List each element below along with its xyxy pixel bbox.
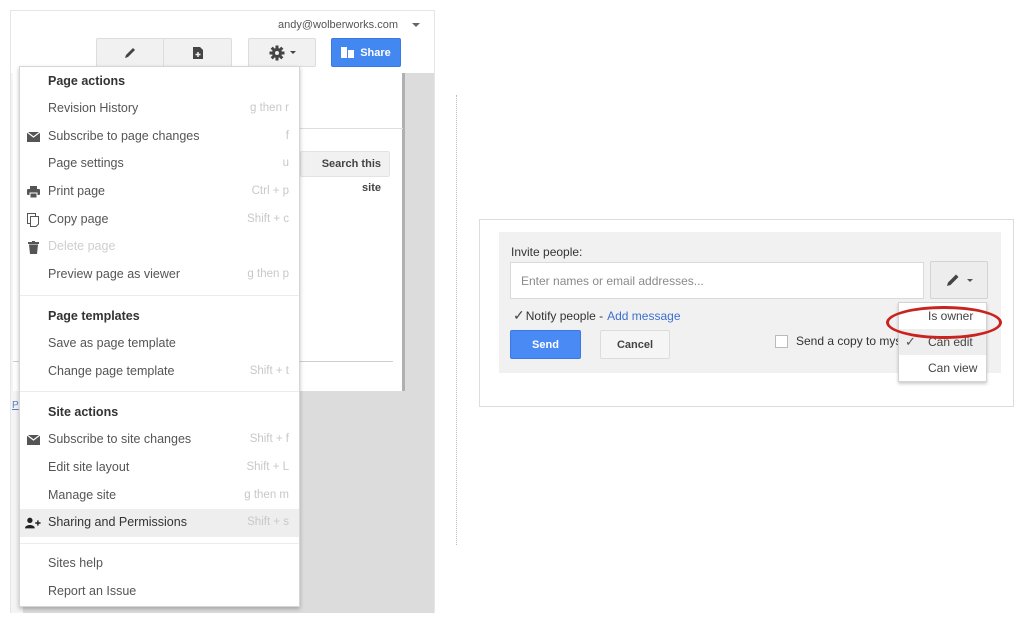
menu-item-page-settings[interactable]: Page settings u [20,150,299,178]
new-page-button[interactable] [164,38,232,67]
menu-item-label: Sharing and Permissions [48,515,187,530]
menu-item-label: Preview page as viewer [48,267,181,282]
menu-item-sites-help[interactable]: Sites help [20,550,299,578]
menu-heading: Page actions [48,74,126,88]
permission-option-label: Can view [928,361,978,375]
share-label: Share [360,46,391,59]
chevron-down-icon [967,278,973,282]
new-page-icon [192,46,203,59]
menu-item-edit-site-layout[interactable]: Edit site layout Shift + L [20,454,299,482]
divider [295,128,403,129]
menu-item-label: Sites help [48,555,103,570]
permission-option-label: Can edit [928,335,973,349]
menu-item-subscribe-page[interactable]: Subscribe to page changes f [20,123,299,151]
menu-item-shortcut: g then r [250,102,289,114]
notify-label: Notify people - [525,308,604,323]
menu-item-label: Print page [48,184,105,199]
menu-item-shortcut: Ctrl + p [251,185,289,198]
menu-item-delete-page: Delete page [20,233,299,261]
menu-item-label: Change page template [48,363,175,378]
account-email[interactable]: andy@wolberworks.com [278,19,398,31]
menu-divider [20,542,299,544]
menu-divider [20,391,299,393]
checkmark-icon: ✓ [905,334,916,349]
menu-item-revision-history[interactable]: Revision History g then r [20,95,299,123]
separator-dotted-line [456,95,457,545]
menu-item-label: Report an Issue [48,583,137,598]
permission-option-can-edit[interactable]: ✓ Can edit [899,329,986,355]
menu-item-label: Subscribe to page changes [48,128,200,143]
permission-option-label: Is owner [928,309,974,323]
copy-icon [25,212,41,227]
menu-item-shortcut: Shift + L [246,460,289,473]
chevron-down-icon [289,51,296,54]
share-dialog-screenshot: Invite people: ✓ Notify people - Add mes… [479,219,1014,407]
menu-item-label: Page settings [48,156,124,171]
more-actions-button[interactable] [248,38,316,67]
invite-people-label: Invite people: [511,245,583,259]
menu-item-label: Subscribe to site changes [48,432,192,447]
menu-item-subscribe-site[interactable]: Subscribe to site changes Shift + f [20,426,299,454]
trash-icon [25,240,41,254]
menu-item-change-template[interactable]: Change page template Shift + t [20,358,299,386]
menu-item-preview-as-viewer[interactable]: Preview page as viewer g then p [20,261,299,289]
more-actions-menu: Page actions Revision History g then r S… [19,66,300,607]
menu-item-shortcut: Shift + c [247,212,289,225]
menu-item-label: Revision History [48,101,139,115]
menu-item-shortcut: u [282,157,289,170]
divider [293,361,393,362]
menu-item-label: Delete page [48,239,116,254]
menu-section-page-templates: Page templates Save as page template Cha… [20,302,299,385]
send-copy-checkbox[interactable]: Send a copy to myself [775,334,903,348]
gear-icon [269,45,284,60]
account-caret-icon[interactable] [412,23,420,27]
menu-item-shortcut: f [285,129,289,142]
menu-divider [20,294,299,296]
menu-item-label: Copy page [48,211,109,226]
menu-item-manage-site[interactable]: Manage site g then m [20,482,299,510]
add-person-icon [25,516,41,530]
printer-icon [25,185,41,199]
permission-menu: Is owner ✓ Can edit Can view [898,302,987,382]
edit-page-button[interactable] [96,38,164,67]
menu-item-print-page[interactable]: Print page Ctrl + p [20,178,299,206]
menu-item-sharing-permissions[interactable]: Sharing and Permissions Shift + s [20,509,299,537]
invite-people-input[interactable] [510,262,924,299]
people-icon [341,47,355,58]
notify-people-checkbox[interactable]: ✓ Notify people - Add message [513,307,681,324]
menu-item-shortcut: Shift + t [249,364,289,377]
sidebar-link[interactable]: P [12,400,19,411]
menu-item-copy-page[interactable]: Copy page Shift + c [20,206,299,234]
menu-heading: Site actions [48,405,119,420]
menu-item-shortcut: Shift + s [247,516,289,529]
cancel-button[interactable]: Cancel [600,330,670,359]
menu-item-shortcut: g then p [247,268,289,281]
checkmark-icon: ✓ [513,307,525,323]
menu-item-label: Save as page template [48,335,176,350]
checkbox-unchecked[interactable] [775,334,788,348]
search-site-button[interactable]: Search this site [300,151,390,194]
permission-option-is-owner[interactable]: Is owner [899,303,986,329]
add-message-link[interactable]: Add message [607,309,680,323]
menu-item-save-as-template[interactable]: Save as page template [20,330,299,358]
menu-item-label: Manage site [48,487,117,502]
send-copy-label: Send a copy to myself [796,334,903,348]
permission-option-can-view[interactable]: Can view [899,355,986,381]
pencil-icon [125,47,135,58]
pencil-icon [947,274,959,286]
envelope-icon [25,130,41,144]
menu-section-help: Sites help Report an Issue [20,550,299,605]
send-button[interactable]: Send [510,330,581,359]
menu-heading: Page templates [48,308,140,323]
menu-section-site-actions: Site actions Subscribe to site changes S… [20,398,299,537]
envelope-icon [25,433,41,447]
menu-section-page-actions: Page actions Revision History g then r S… [20,67,299,289]
share-button[interactable]: Share [331,38,401,67]
menu-item-shortcut: g then m [244,488,289,501]
menu-item-label: Edit site layout [48,459,130,474]
menu-item-shortcut: Shift + f [249,433,289,446]
menu-item-report-issue[interactable]: Report an Issue [20,578,299,606]
permission-dropdown-button[interactable] [930,261,988,299]
